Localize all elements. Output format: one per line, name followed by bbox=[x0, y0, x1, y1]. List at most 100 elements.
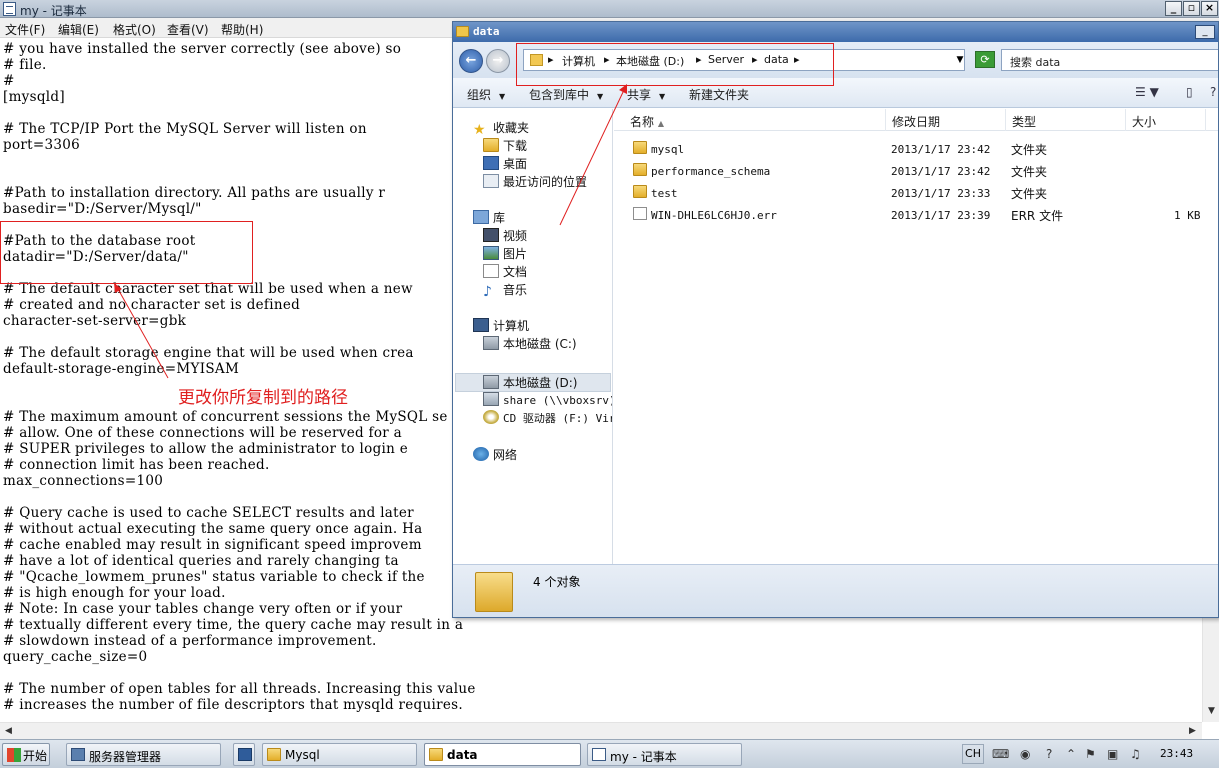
network-tray-icon[interactable]: ▣ bbox=[1107, 747, 1118, 761]
explorer-minimize-button[interactable]: _ bbox=[1195, 25, 1215, 39]
nav-disk-c[interactable]: 本地磁盘 (C:) bbox=[483, 335, 577, 353]
notepad-titlebar[interactable]: my - 记事本 _ ▫ × bbox=[0, 0, 1219, 18]
explorer-titlebar[interactable]: data _ bbox=[453, 22, 1218, 42]
nav-desktop[interactable]: 桌面 bbox=[483, 155, 527, 173]
start-button[interactable]: 开始 bbox=[2, 743, 50, 766]
file-icon bbox=[633, 207, 647, 220]
nav-music[interactable]: ♪ 音乐 bbox=[483, 281, 527, 300]
nav-downloads[interactable]: 下载 bbox=[483, 137, 527, 155]
task-label: 服务器管理器 bbox=[89, 750, 162, 764]
menu-edit[interactable]: 编辑(E) bbox=[58, 21, 99, 38]
column-name-header[interactable]: 名称 ▲ bbox=[614, 109, 886, 131]
text-line: # The maximum amount of concurrent sessi… bbox=[3, 409, 448, 425]
nav-computer[interactable]: 计算机 bbox=[473, 317, 529, 335]
file-row[interactable]: test 2013/1/17 23:33 文件夹 bbox=[614, 182, 1218, 204]
explorer-window: data _ ← → ▸ 计算机 ▸ 本地磁盘 (D:) ▸ Server ▸ … bbox=[452, 21, 1219, 618]
new-folder-label: 新建文件夹 bbox=[689, 88, 750, 102]
task-label: my - 记事本 bbox=[610, 750, 677, 764]
help-icon[interactable]: ? bbox=[1046, 747, 1052, 761]
column-type-header[interactable]: 类型 bbox=[1006, 109, 1126, 131]
text-line: basedir="D:/Server/Mysql/" bbox=[3, 201, 202, 217]
minimize-button[interactable]: _ bbox=[1165, 1, 1182, 16]
file-date: 2013/1/17 23:42 bbox=[891, 143, 991, 156]
nav-recent[interactable]: 最近访问的位置 bbox=[483, 173, 587, 191]
nav-documents-label: 文档 bbox=[503, 265, 528, 279]
nav-disk-d-label: 本地磁盘 (D:) bbox=[503, 376, 578, 390]
close-button[interactable]: × bbox=[1201, 1, 1218, 16]
preview-pane-icon[interactable]: ▯ bbox=[1186, 85, 1193, 99]
nav-share[interactable]: share (\\vboxsrv) bbox=[483, 392, 613, 410]
file-row[interactable]: performance_schema 2013/1/17 23:42 文件夹 bbox=[614, 160, 1218, 182]
library-icon bbox=[473, 210, 489, 224]
windows-logo-icon bbox=[7, 748, 21, 762]
task-server-manager[interactable]: 服务器管理器 bbox=[66, 743, 221, 766]
input-method-icon[interactable]: ◉ bbox=[1020, 747, 1030, 761]
notepad-icon bbox=[3, 2, 16, 16]
chevron-down-icon: ▼ bbox=[499, 92, 506, 101]
system-clock[interactable]: 23:43 bbox=[1160, 747, 1193, 760]
search-input[interactable]: 搜索 data bbox=[1001, 49, 1218, 71]
nav-pictures[interactable]: 图片 bbox=[483, 245, 527, 263]
computer-icon bbox=[473, 318, 489, 332]
menu-format[interactable]: 格式(O) bbox=[113, 21, 156, 38]
share-button[interactable]: 共享 ▼ bbox=[627, 86, 665, 103]
horizontal-scrollbar[interactable]: ◀ ▶ bbox=[0, 722, 1202, 739]
task-label: data bbox=[447, 748, 478, 762]
text-line: character-set-server=gbk bbox=[3, 313, 187, 329]
scroll-down-icon[interactable]: ▼ bbox=[1204, 704, 1219, 719]
nav-videos[interactable]: 视频 bbox=[483, 227, 527, 245]
chevron-up-icon[interactable]: ⌃ bbox=[1066, 747, 1076, 761]
forward-button[interactable]: → bbox=[486, 49, 510, 73]
task-notepad[interactable]: my - 记事本 bbox=[587, 743, 742, 766]
help-icon[interactable]: ? bbox=[1210, 85, 1216, 99]
keyboard-icon[interactable]: ⌨ bbox=[992, 747, 1009, 761]
network-drive-icon bbox=[483, 392, 499, 406]
language-indicator[interactable]: CH bbox=[962, 744, 984, 764]
menu-file[interactable]: 文件(F) bbox=[5, 21, 45, 38]
scroll-right-icon[interactable]: ▶ bbox=[1185, 724, 1200, 739]
text-line: # you have installed the server correctl… bbox=[3, 41, 402, 57]
column-date-header[interactable]: 修改日期 bbox=[886, 109, 1006, 131]
volume-icon[interactable]: ♫ bbox=[1130, 747, 1141, 761]
new-folder-button[interactable]: 新建文件夹 bbox=[689, 86, 749, 103]
organize-button[interactable]: 组织 ▼ bbox=[467, 86, 505, 103]
maximize-button[interactable]: ▫ bbox=[1183, 1, 1200, 16]
nav-libraries[interactable]: 库 bbox=[473, 209, 505, 227]
text-line: # "Qcache_lowmem_prunes" status variable… bbox=[3, 569, 425, 585]
task-powershell[interactable] bbox=[233, 743, 255, 766]
nav-cd-drive[interactable]: CD 驱动器 (F:) Vir bbox=[483, 410, 612, 428]
notepad-title: my - 记事本 bbox=[20, 4, 87, 18]
menu-help[interactable]: 帮助(H) bbox=[221, 21, 263, 38]
file-row[interactable]: mysql 2013/1/17 23:42 文件夹 bbox=[614, 138, 1218, 160]
nav-disk-d[interactable]: 本地磁盘 (D:) bbox=[483, 374, 577, 392]
text-line: # without actual executing the same quer… bbox=[3, 521, 423, 537]
file-size: 1 KB bbox=[1174, 209, 1201, 222]
nav-favorites[interactable]: ★ 收藏夹 bbox=[473, 119, 529, 138]
text-line: # Query cache is used to cache SELECT re… bbox=[3, 505, 419, 521]
nav-network[interactable]: 网络 bbox=[473, 446, 517, 464]
task-mysql-folder[interactable]: Mysql bbox=[262, 743, 417, 766]
documents-icon bbox=[483, 264, 499, 278]
file-date: 2013/1/17 23:33 bbox=[891, 187, 991, 200]
file-list-header: 名称 ▲ 修改日期 类型 大小 bbox=[614, 109, 1218, 131]
task-data-folder[interactable]: data bbox=[424, 743, 581, 766]
file-name: test bbox=[651, 187, 678, 200]
back-button[interactable]: ← bbox=[459, 49, 483, 73]
nav-share-label: share (\\vboxsrv) bbox=[503, 394, 613, 407]
file-type: 文件夹 bbox=[1011, 187, 1048, 201]
file-row[interactable]: WIN-DHLE6LC6HJ0.err 2013/1/17 23:39 ERR … bbox=[614, 204, 1218, 226]
folder-icon bbox=[267, 748, 281, 761]
action-center-flag-icon[interactable]: ⚑ bbox=[1085, 747, 1096, 761]
menu-view[interactable]: 查看(V) bbox=[167, 21, 209, 38]
nav-documents[interactable]: 文档 bbox=[483, 263, 527, 281]
refresh-icon[interactable]: ⟳ bbox=[975, 51, 995, 68]
address-history-dropdown-icon[interactable]: ▼ bbox=[953, 49, 967, 71]
scroll-left-icon[interactable]: ◀ bbox=[1, 724, 16, 739]
view-options-icon[interactable]: ☰ ▼ bbox=[1135, 85, 1159, 99]
include-in-library-button[interactable]: 包含到库中 ▼ bbox=[529, 86, 603, 103]
notepad-icon bbox=[592, 748, 606, 761]
chevron-down-icon: ▼ bbox=[597, 92, 604, 101]
server-manager-icon bbox=[71, 748, 85, 761]
video-icon bbox=[483, 228, 499, 242]
column-size-header[interactable]: 大小 bbox=[1126, 109, 1206, 131]
